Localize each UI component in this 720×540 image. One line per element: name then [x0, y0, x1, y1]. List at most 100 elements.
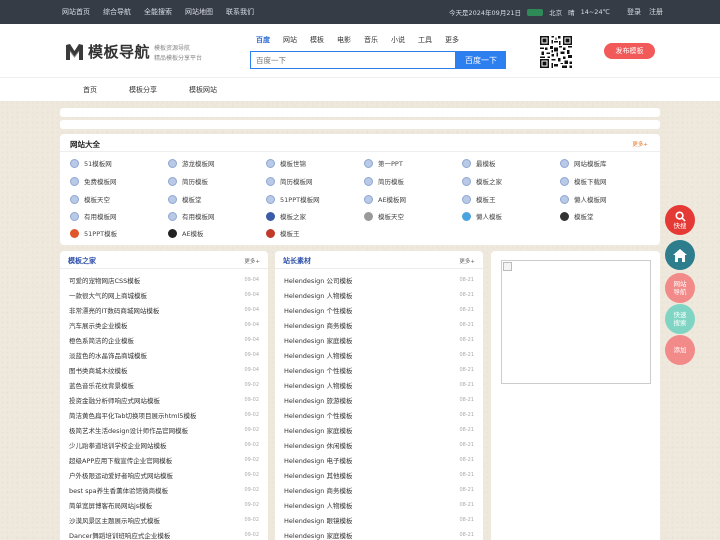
- site-link[interactable]: 模板堂: [168, 194, 202, 204]
- site-link[interactable]: 第一PPT: [364, 158, 403, 168]
- list-item[interactable]: Helendesign 商务模板 08-21: [284, 317, 474, 332]
- list-item-title[interactable]: 非常漂亮的IT数码商城网站模板: [69, 305, 159, 315]
- search-tab-movie[interactable]: 电影: [337, 35, 351, 45]
- list-item-title[interactable]: 沙漠风景区主题展示响应式模板: [69, 515, 160, 525]
- list-item-title[interactable]: Helendesign 休闲模板: [284, 440, 352, 450]
- search-tab-baidu[interactable]: 百度: [256, 35, 270, 45]
- site-link[interactable]: 模板王: [462, 194, 496, 204]
- list-item-title[interactable]: Helendesign 人物模板: [284, 380, 352, 390]
- list-item[interactable]: Helendesign 休闲模板 08-21: [284, 437, 474, 452]
- list-item-title[interactable]: Helendesign 个性模板: [284, 410, 352, 420]
- search-tab-template[interactable]: 模板: [310, 35, 324, 45]
- list-item-title[interactable]: Helendesign 家庭模板: [284, 335, 352, 345]
- list-item[interactable]: 极简艺术生活design设计师作品官网模板 09-02: [69, 422, 259, 437]
- search-button[interactable]: 百度一下: [456, 51, 506, 69]
- nav-item-share[interactable]: 模板分享: [129, 85, 157, 95]
- top-link-sitemap[interactable]: 网站地图: [185, 7, 213, 17]
- list-item-title[interactable]: Helendesign 商务模板: [284, 485, 352, 495]
- list-item-title[interactable]: 橙色系简洁的企业模板: [69, 335, 134, 345]
- register-link[interactable]: 注册: [649, 7, 663, 17]
- list-item[interactable]: 橙色系简洁的企业模板 09-04: [69, 332, 259, 347]
- search-tab-music[interactable]: 音乐: [364, 35, 378, 45]
- list-item-title[interactable]: Helendesign 眼镜模板: [284, 515, 352, 525]
- list-item-title[interactable]: 户外极限运动爱好者响应式网站模板: [69, 470, 173, 480]
- search-tab-site[interactable]: 网站: [283, 35, 297, 45]
- nav-item-sites[interactable]: 模板网站: [189, 85, 217, 95]
- list-item[interactable]: Helendesign 家庭模板 08-21: [284, 332, 474, 347]
- list-item[interactable]: 少儿跆拳道培训学校企业网站模板 09-02: [69, 437, 259, 452]
- site-logo[interactable]: 模板导航: [65, 41, 150, 62]
- list-item-title[interactable]: Helendesign 人物模板: [284, 500, 352, 510]
- quick-search-float-button[interactable]: 快搜: [665, 205, 695, 235]
- list-item-title[interactable]: Helendesign 个性模板: [284, 305, 352, 315]
- list-item[interactable]: 简洁黄色扁平化Tab切换项目展示html5模板 09-02: [69, 407, 259, 422]
- list-item[interactable]: Helendesign 个性模板 08-21: [284, 302, 474, 317]
- site-link[interactable]: 有用模板网: [70, 211, 117, 221]
- site-link[interactable]: 模板王: [266, 228, 300, 238]
- site-link[interactable]: 最模板: [462, 158, 496, 168]
- list-item[interactable]: Helendesign 其他模板 08-21: [284, 467, 474, 482]
- fast-search-float-button[interactable]: 快速搜索: [665, 304, 695, 334]
- search-tab-more[interactable]: 更多: [445, 35, 459, 45]
- list-item[interactable]: 蓝色音乐花纹背景模板 09-02: [69, 377, 259, 392]
- ad-image[interactable]: [501, 260, 651, 384]
- publish-template-button[interactable]: 发布模板: [604, 43, 655, 59]
- list-item-title[interactable]: Helendesign 人物模板: [284, 290, 352, 300]
- list-item-title[interactable]: 可爱的宠物网店CSS模板: [69, 275, 140, 285]
- list-item-title[interactable]: 极简艺术生活design设计师作品官网模板: [69, 425, 188, 435]
- site-link[interactable]: 模板之家: [266, 211, 306, 221]
- list-item-title[interactable]: Helendesign 电子模板: [284, 455, 352, 465]
- list-item[interactable]: 非常漂亮的IT数码商城网站模板 09-04: [69, 302, 259, 317]
- list-item-title[interactable]: 简洁黄色扁平化Tab切换项目展示html5模板: [69, 410, 196, 420]
- site-link[interactable]: 免费模板网: [70, 176, 117, 186]
- site-link[interactable]: 模板堂: [560, 211, 594, 221]
- site-link[interactable]: 简历模板: [364, 176, 404, 186]
- list-item-title[interactable]: Helendesign 其他模板: [284, 470, 352, 480]
- list-item[interactable]: 可爱的宠物网店CSS模板 09-04: [69, 272, 259, 287]
- list-item[interactable]: 简单宽屏博客布局网站js模板 09-02: [69, 497, 259, 512]
- list-item[interactable]: Helendesign 家庭模板 08-21: [284, 422, 474, 437]
- top-link-nav[interactable]: 综合导航: [103, 7, 131, 17]
- site-link[interactable]: 懒人模板: [462, 211, 502, 221]
- top-link-contact[interactable]: 联系我们: [226, 7, 254, 17]
- nav-item-home[interactable]: 首页: [83, 85, 97, 95]
- home-float-button[interactable]: [665, 240, 695, 270]
- login-link[interactable]: 登录: [627, 7, 641, 17]
- list-item-title[interactable]: 图书类商城木纹模板: [69, 365, 128, 375]
- site-link[interactable]: 模板之家: [462, 176, 502, 186]
- list-item-title[interactable]: best spa养生香薰体验馆微商模板: [69, 485, 168, 495]
- list-item-title[interactable]: Dancer舞蹈培训班响应式企业模板: [69, 530, 170, 540]
- list-item[interactable]: Helendesign 个性模板 08-21: [284, 362, 474, 377]
- list-item[interactable]: 投资金融分析师响应式网站模板 09-02: [69, 392, 259, 407]
- list-item[interactable]: Helendesign 人物模板 08-21: [284, 347, 474, 362]
- list-item-title[interactable]: 汽车展示类企业模板: [69, 320, 128, 330]
- search-input[interactable]: [250, 51, 456, 69]
- search-tab-tools[interactable]: 工具: [418, 35, 432, 45]
- list-item[interactable]: Helendesign 眼镜模板 08-21: [284, 512, 474, 527]
- add-float-button[interactable]: 添加: [665, 335, 695, 365]
- list-item[interactable]: best spa养生香薰体验馆微商模板 09-02: [69, 482, 259, 497]
- site-link[interactable]: 51PPT模板网: [266, 194, 320, 204]
- site-nav-float-button[interactable]: 网站导航: [665, 273, 695, 303]
- list-item[interactable]: Helendesign 电子模板 08-21: [284, 452, 474, 467]
- list-item-title[interactable]: Helendesign 人物模板: [284, 350, 352, 360]
- list-item[interactable]: Helendesign 商务模板 08-21: [284, 482, 474, 497]
- list-item[interactable]: 沙漠风景区主题展示响应式模板 09-02: [69, 512, 259, 527]
- site-link[interactable]: 模板天空: [364, 211, 404, 221]
- list-item[interactable]: 汽车展示类企业模板 09-04: [69, 317, 259, 332]
- list-item[interactable]: Helendesign 旅游模板 08-21: [284, 392, 474, 407]
- top-link-search[interactable]: 全能搜索: [144, 7, 172, 17]
- list-item-title[interactable]: Helendesign 个性模板: [284, 365, 352, 375]
- list-item-title[interactable]: Helendesign 家庭模板: [284, 530, 352, 540]
- list-item[interactable]: 淡蓝色的水晶饰品商城模板 09-04: [69, 347, 259, 362]
- list-item-title[interactable]: 淡蓝色的水晶饰品商城模板: [69, 350, 147, 360]
- list-item[interactable]: Helendesign 人物模板 08-21: [284, 377, 474, 392]
- list-item-title[interactable]: Helendesign 旅游模板: [284, 395, 352, 405]
- site-link[interactable]: 游龙模板网: [168, 158, 215, 168]
- site-link[interactable]: 51模板网: [70, 158, 112, 168]
- site-link[interactable]: 51PPT模板: [70, 228, 117, 238]
- site-link[interactable]: 懒人模板网: [560, 194, 607, 204]
- list-item[interactable]: Helendesign 人物模板 08-21: [284, 287, 474, 302]
- site-link[interactable]: 简历模板网: [266, 176, 313, 186]
- top-link-home[interactable]: 网站首页: [62, 7, 90, 17]
